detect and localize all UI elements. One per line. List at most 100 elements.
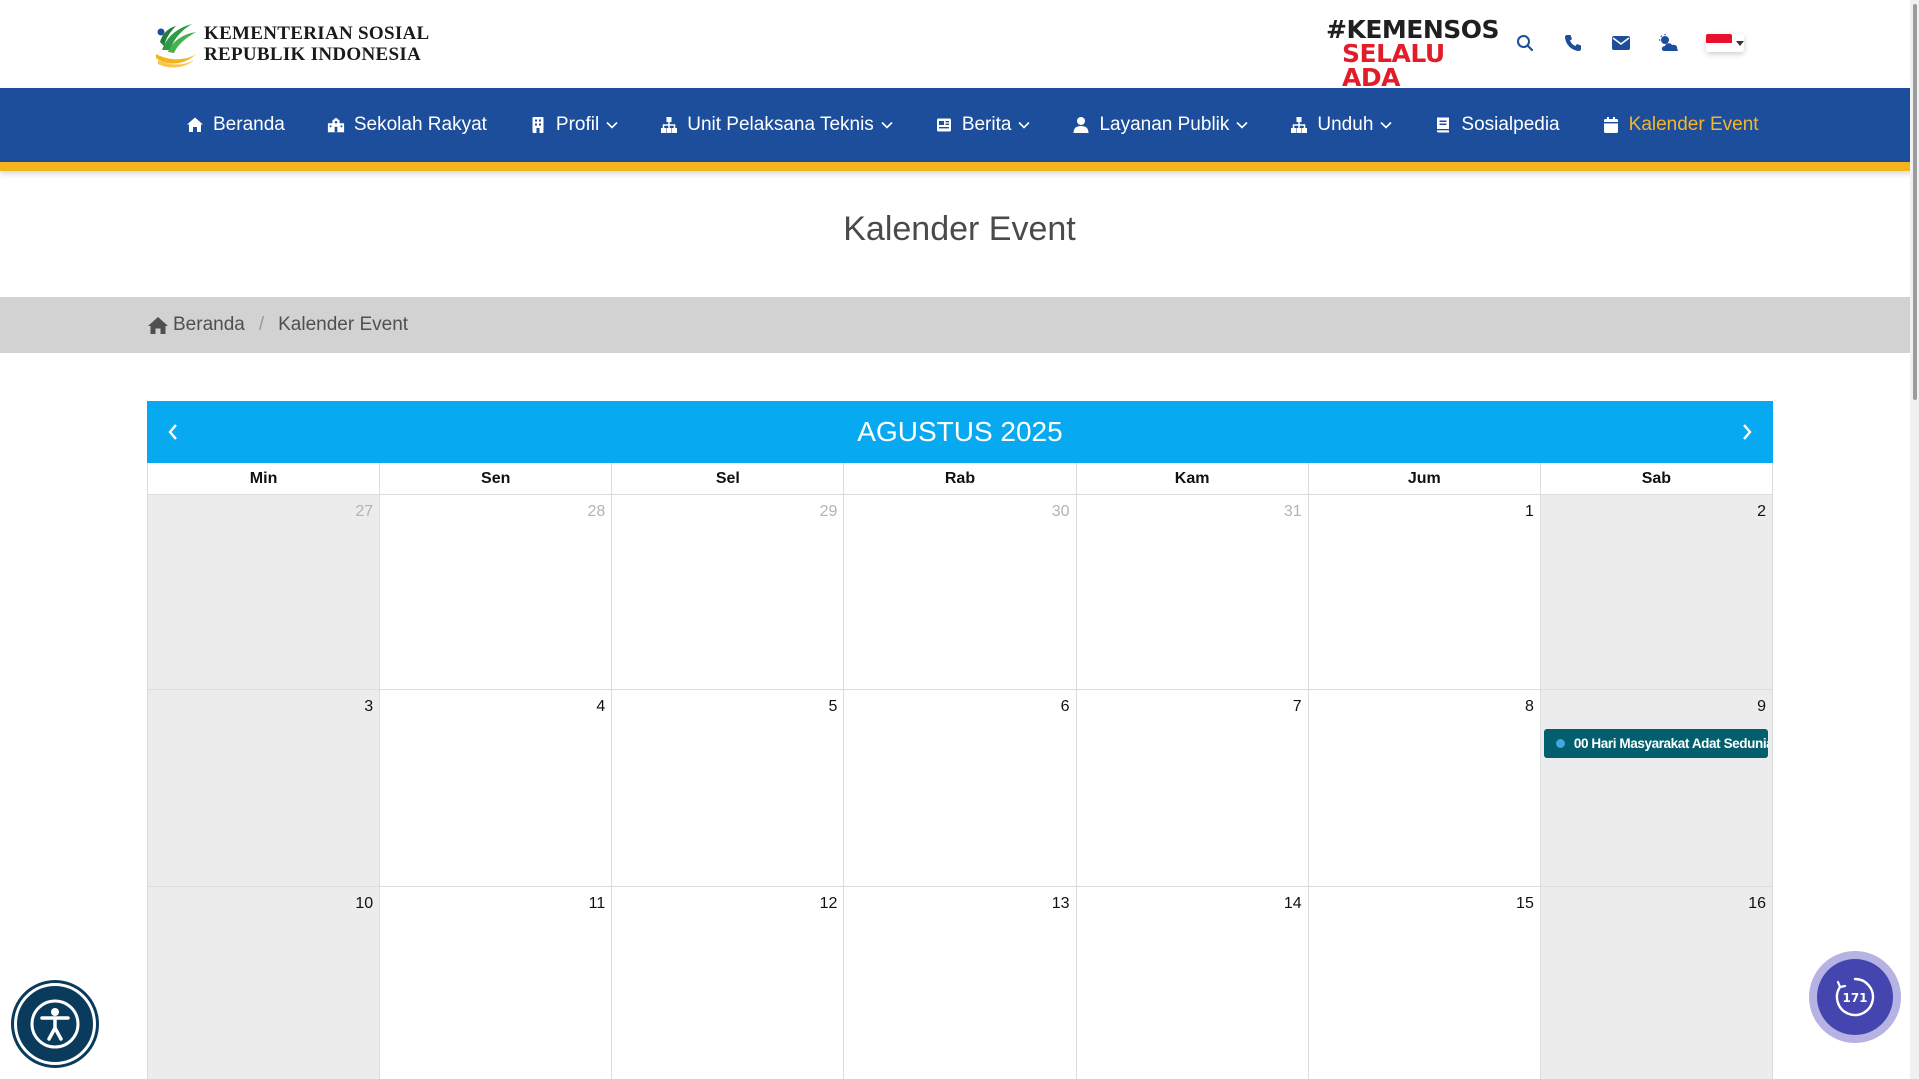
calendar-day-cell[interactable]: 31: [1076, 495, 1309, 690]
call-center-171-button[interactable]: 171: [1809, 951, 1901, 1043]
chevron-down-icon: [1018, 121, 1031, 129]
day-number[interactable]: 13: [1052, 895, 1070, 913]
calendar-day-cell[interactable]: 1: [1308, 495, 1541, 690]
nav-label: Kalender Event: [1628, 114, 1759, 135]
calendar-day-cell[interactable]: 29: [612, 495, 845, 690]
calendar-day-cell[interactable]: 7: [1076, 690, 1309, 887]
day-number[interactable]: 8: [1525, 698, 1534, 716]
weekday-header: Rab: [844, 463, 1077, 495]
weekday-header: Min: [148, 463, 381, 495]
calendar-day-cell[interactable]: 9 00 Hari Masyarakat Adat Sedunia: [1540, 690, 1773, 887]
calendar-day-cell[interactable]: 13: [844, 887, 1077, 1079]
chevron-right-icon: [1743, 424, 1752, 440]
day-number[interactable]: 6: [1061, 698, 1070, 716]
event-calendar: AGUSTUS 2025 Min Sen Sel Rab Kam Jum Sab 27 28 2…: [147, 401, 1773, 1079]
calendar-day-cell[interactable]: 8: [1308, 690, 1541, 887]
user-icon: [1073, 117, 1089, 133]
day-number[interactable]: 12: [820, 895, 838, 913]
day-number[interactable]: 1: [1525, 503, 1534, 521]
home-icon: [187, 117, 203, 132]
calendar-grid: 27 28 29 30 31 1 2 3 4 5 6 7 8 9 00 Hari Masyarakat Ad…: [147, 495, 1773, 1079]
calendar-prev-button[interactable]: [153, 401, 193, 463]
nav-item-profil[interactable]: Profil: [529, 88, 618, 162]
nav-item-layanan-publik[interactable]: Layanan Publik: [1072, 88, 1248, 162]
calendar-event[interactable]: 00 Hari Masyarakat Adat Sedunia: [1543, 729, 1768, 758]
calendar-day-cell[interactable]: 28: [380, 495, 613, 690]
scrollbar-thumb[interactable]: [1913, 4, 1917, 400]
day-number[interactable]: 10: [355, 895, 373, 913]
nav-label: Unit Pelaksana Teknis: [687, 114, 874, 135]
chevron-down-icon: [1380, 121, 1392, 129]
calendar-week-row: 3 4 5 6 7 8 9 00 Hari Masyarakat Adat Sedunia: [147, 690, 1773, 887]
calendar-day-cell[interactable]: 4: [380, 690, 613, 887]
day-number[interactable]: 28: [587, 503, 605, 521]
day-number[interactable]: 2: [1757, 503, 1766, 521]
nav-item-sekolah-rakyat[interactable]: Sekolah Rakyat: [327, 88, 487, 162]
day-number[interactable]: 15: [1516, 895, 1534, 913]
breadcrumb-bar: Beranda / Kalender Event: [0, 297, 1919, 353]
phone-button[interactable]: [1558, 28, 1588, 58]
hashtag-line-2: SELALU ADA: [1342, 39, 1445, 92]
weather-icon: [1659, 34, 1679, 51]
sitemap-icon: [661, 117, 678, 133]
day-number[interactable]: 16: [1748, 895, 1766, 913]
day-number[interactable]: 4: [596, 698, 605, 716]
search-button[interactable]: [1510, 28, 1540, 58]
calendar-next-button[interactable]: [1727, 401, 1767, 463]
weather-button[interactable]: [1654, 28, 1684, 58]
calendar-day-cell[interactable]: 10: [148, 887, 381, 1079]
accessibility-icon: [30, 999, 80, 1049]
day-number[interactable]: 7: [1293, 698, 1302, 716]
calendar-week-row: 27 28 29 30 31 1 2: [147, 495, 1773, 690]
language-select[interactable]: [1706, 34, 1744, 52]
calendar-day-cell[interactable]: 27: [148, 495, 381, 690]
calendar-day-cell[interactable]: 11: [380, 887, 613, 1079]
search-icon: [1517, 35, 1534, 52]
calendar-week-row: 10 11 12 13 14 15 16: [147, 887, 1773, 1079]
site-logo[interactable]: KEMENTERIAN SOSIAL REPUBLIK INDONESIA: [154, 20, 430, 68]
calendar-icon: [1603, 117, 1618, 133]
day-number[interactable]: 3: [364, 698, 373, 716]
nav-item-beranda[interactable]: Beranda: [186, 88, 285, 162]
calendar-day-cell[interactable]: 14: [1077, 887, 1309, 1079]
school-icon: [327, 117, 344, 133]
calendar-day-cell[interactable]: 5: [612, 690, 845, 887]
day-number[interactable]: 30: [1052, 503, 1070, 521]
weekday-header: Kam: [1076, 463, 1309, 495]
event-title: 00 Hari Masyarakat Adat Sedunia: [1573, 736, 1768, 751]
chevron-down-icon: [1236, 121, 1248, 129]
calendar-day-cell[interactable]: 16: [1540, 887, 1773, 1079]
breadcrumb-home-link[interactable]: Beranda: [147, 314, 245, 336]
day-number[interactable]: 11: [589, 895, 606, 913]
accessibility-button[interactable]: [14, 983, 96, 1065]
mail-icon: [1612, 36, 1630, 50]
breadcrumb: Beranda / Kalender Event: [147, 297, 408, 353]
mail-button[interactable]: [1606, 28, 1636, 58]
nav-label: Sekolah Rakyat: [353, 114, 487, 135]
page: KEMENTERIAN SOSIAL REPUBLIK INDONESIA #K…: [0, 0, 1919, 1079]
day-number[interactable]: 29: [820, 503, 838, 521]
chevron-down-icon: [881, 121, 893, 129]
calendar-day-cell[interactable]: 6: [844, 690, 1077, 887]
day-number[interactable]: 31: [1284, 503, 1302, 521]
nav-item-kalender-event[interactable]: Kalender Event: [1602, 88, 1759, 162]
nav-item-unduh[interactable]: Unduh: [1290, 88, 1392, 162]
day-number[interactable]: 14: [1284, 895, 1302, 913]
nav-label: Berita: [961, 114, 1012, 135]
calendar-day-cell[interactable]: 2: [1540, 495, 1773, 690]
logo-line-2: REPUBLIK INDONESIA: [204, 44, 422, 65]
nav-item-sosialpedia[interactable]: Sosialpedia: [1434, 88, 1560, 162]
weekday-header: Sen: [380, 463, 613, 495]
chevron-down-icon: [606, 121, 618, 129]
nav-label: Unduh: [1317, 114, 1374, 135]
calendar-day-cell[interactable]: 30: [844, 495, 1077, 690]
day-number[interactable]: 27: [355, 503, 373, 521]
calendar-day-cell[interactable]: 3: [148, 690, 381, 887]
nav-item-unit-pelaksana-teknis[interactable]: Unit Pelaksana Teknis: [660, 88, 893, 162]
calendar-day-cell[interactable]: 15: [1309, 887, 1541, 1079]
nav-item-berita[interactable]: Berita: [935, 88, 1031, 162]
day-number[interactable]: 5: [829, 698, 838, 716]
calendar-day-cell[interactable]: 12: [612, 887, 845, 1079]
day-number[interactable]: 9: [1757, 698, 1766, 716]
book-icon: [1437, 117, 1450, 133]
